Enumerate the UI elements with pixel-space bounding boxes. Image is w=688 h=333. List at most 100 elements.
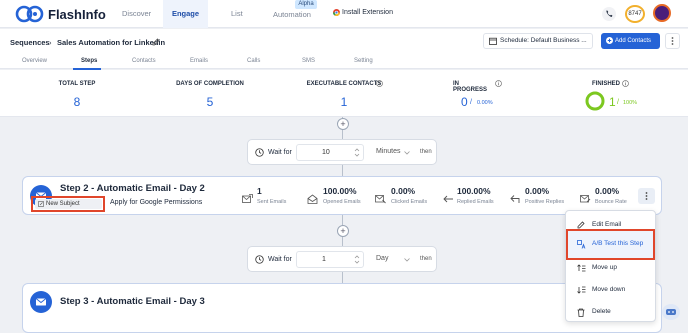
- step-title: Step 2 - Automatic Email - Day 2: [60, 183, 205, 194]
- stat-finished-value: 1: [609, 95, 616, 109]
- tab-sms[interactable]: SMS: [302, 58, 315, 64]
- menu-move-up-label: Move up: [592, 264, 617, 271]
- wait-block: Wait for 10 Minutes then: [247, 139, 437, 165]
- wait-block: Wait for 1 Day then: [247, 246, 437, 272]
- metric-positive-value: 0.00%: [525, 186, 550, 196]
- menu-ab-test-label: A/B Test this Step: [592, 240, 644, 247]
- nav-discover[interactable]: Discover: [122, 9, 151, 18]
- avatar[interactable]: [653, 4, 671, 22]
- edit-title-icon[interactable]: [152, 38, 160, 46]
- info-icon[interactable]: [376, 80, 383, 87]
- nav-automation[interactable]: Automation: [273, 10, 311, 19]
- menu-edit-email-label: Edit Email: [592, 221, 622, 228]
- pencil-icon: [577, 221, 585, 229]
- add-step-button[interactable]: +: [337, 118, 349, 130]
- connector-line: [342, 165, 343, 176]
- info-icon[interactable]: [495, 80, 502, 87]
- stat-days-value: 5: [206, 95, 214, 109]
- click-mail-icon: [375, 194, 386, 204]
- stat-total-step-label: TOTAL STEP: [58, 81, 96, 87]
- top-nav: FlashInfo Discover Engage List Alpha Aut…: [0, 0, 688, 28]
- metric-opened-label: Opened Emails: [323, 199, 361, 205]
- stat-in-progress-sep: /: [470, 99, 472, 106]
- new-subject-button[interactable]: New Subject: [35, 199, 102, 209]
- metric-bounce-value: 0.00%: [595, 186, 620, 196]
- finished-progress-ring: [585, 91, 605, 111]
- chevron-down-icon: [404, 258, 410, 262]
- schedule-select[interactable]: Schedule: Default Business ...: [483, 33, 593, 49]
- tab-setting[interactable]: Setting: [354, 58, 373, 64]
- wait-duration-value: 10: [322, 149, 330, 156]
- add-contacts-label: Add Contacts: [615, 38, 652, 44]
- info-icon[interactable]: [622, 80, 629, 87]
- wait-then-label: then: [420, 256, 432, 262]
- add-step-button[interactable]: +: [337, 225, 349, 237]
- wait-unit-value: Minutes: [376, 148, 401, 155]
- stat-in-progress-label: IN PROGRESS: [453, 81, 488, 93]
- positive-reply-icon: [510, 194, 521, 204]
- breadcrumb-sequences[interactable]: Sequences: [10, 38, 50, 47]
- new-subject-label: New Subject: [46, 201, 80, 207]
- app-name[interactable]: FlashInfo: [48, 7, 106, 22]
- credits-badge[interactable]: 8747: [625, 5, 645, 23]
- metric-positive-label: Positive Replies: [525, 199, 565, 205]
- stat-in-progress-value: 0: [461, 95, 468, 109]
- move-up-icon: [577, 264, 586, 272]
- more-vertical-icon: [645, 192, 648, 200]
- stat-finished-pct: 100%: [623, 100, 638, 106]
- menu-move-down-label: Move down: [592, 286, 626, 293]
- tab-steps[interactable]: Steps: [81, 58, 97, 64]
- install-extension-link[interactable]: Install Extension: [342, 9, 393, 16]
- bounce-icon: [580, 194, 591, 204]
- menu-item-ab-test[interactable]: A/B Test this Step: [566, 229, 655, 260]
- stat-executable-label: EXECUTABLE CONTACTS: [306, 81, 382, 87]
- tab-bar: [0, 53, 688, 69]
- more-vertical-icon: [671, 37, 674, 45]
- stat-total-step-value: 8: [73, 95, 81, 109]
- stepper-icon[interactable]: [354, 254, 360, 265]
- reply-icon: [443, 194, 454, 204]
- metric-replied-value: 100.00%: [457, 186, 491, 196]
- tab-overview[interactable]: Overview: [22, 58, 47, 64]
- metric-opened-value: 100.00%: [323, 186, 357, 196]
- metric-replied-label: Replied Emails: [457, 199, 494, 205]
- metric-clicked-label: Clicked Emails: [391, 199, 428, 205]
- open-mail-icon: [307, 194, 318, 204]
- breadcrumb-separator: ›: [49, 38, 52, 47]
- trash-icon: [577, 308, 585, 317]
- tab-emails[interactable]: Emails: [190, 58, 208, 64]
- schedule-label: Schedule: Default Business ...: [500, 37, 587, 44]
- page-title: Sales Automation for Linkedin: [57, 38, 166, 47]
- metric-sent-label: Sent Emails: [257, 199, 287, 205]
- tab-calls[interactable]: Calls: [247, 58, 260, 64]
- flashinfo-logo-icon[interactable]: [15, 4, 45, 24]
- phone-icon[interactable]: [602, 7, 616, 21]
- stat-finished-label: FINISHED: [592, 81, 621, 87]
- move-down-icon: [577, 286, 586, 294]
- metric-clicked-value: 0.00%: [391, 186, 416, 196]
- chrome-icon: [333, 9, 340, 16]
- clock-icon: [255, 148, 264, 157]
- wait-then-label: then: [420, 149, 432, 155]
- edit-subject-icon: [38, 201, 44, 207]
- step-more-button[interactable]: [638, 188, 655, 204]
- nav-engage[interactable]: Engage: [163, 0, 208, 28]
- nav-list[interactable]: List: [231, 9, 243, 18]
- plus-circle-icon: [606, 37, 613, 44]
- chat-icon[interactable]: [662, 304, 680, 320]
- step-title: Step 3 - Automatic Email - Day 3: [60, 296, 205, 307]
- tab-contacts[interactable]: Contacts: [132, 58, 156, 64]
- wait-label: Wait for: [268, 149, 292, 156]
- more-options-button[interactable]: [665, 33, 680, 49]
- nav-engage-label: Engage: [171, 9, 200, 18]
- step-actions-menu: Edit Email Move up Move down Delete: [565, 210, 656, 322]
- menu-delete-label: Delete: [592, 308, 611, 315]
- stepper-icon[interactable]: [354, 147, 360, 158]
- mail-icon: [30, 291, 52, 313]
- stat-in-progress-pct: 0.00%: [477, 100, 493, 106]
- wait-unit-value: Day: [376, 255, 389, 262]
- alpha-badge: Alpha: [295, 0, 317, 9]
- ab-test-icon: [577, 240, 586, 249]
- metric-bounce-label: Bounce Rate: [595, 199, 627, 205]
- chevron-down-icon: [404, 151, 410, 155]
